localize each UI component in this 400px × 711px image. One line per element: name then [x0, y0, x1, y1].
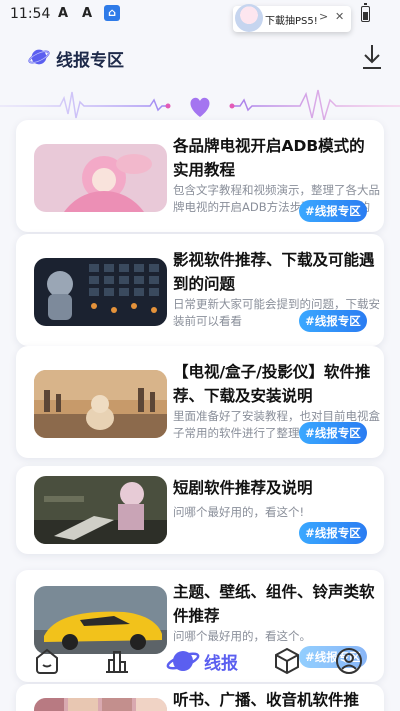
download-icon[interactable] [360, 42, 384, 72]
card-title: 影视软件推荐、下载及可能遇到的问题 [173, 251, 375, 293]
planet-icon [28, 49, 50, 65]
notification-popup[interactable]: 下載抽PS5! > ✕ [233, 4, 351, 32]
tag-badge[interactable]: #线报专区 [299, 522, 367, 544]
list-item[interactable]: 听书、广播、收音机软件推 [16, 684, 384, 711]
app-screen: { "status_bar": { "time": "11:54", "icon… [0, 0, 400, 711]
page-title: 线报专区 [56, 51, 124, 71]
profile-icon [336, 648, 362, 674]
app-icon: ⌂ [104, 5, 120, 21]
nav-xianbao[interactable]: 线报 [160, 640, 244, 682]
planet-icon [166, 651, 200, 671]
notification-avatar [235, 4, 263, 32]
rank-bars-icon [106, 651, 128, 673]
bottom-nav: 线报 [24, 640, 376, 682]
nav-cube[interactable] [264, 640, 310, 682]
thumbnail-image [34, 258, 167, 326]
close-icon[interactable]: ✕ [335, 10, 344, 23]
list-item[interactable]: 影视软件推荐、下载及可能遇到的问题 日常更新大家可能会提到的问题，下载安装前可以… [16, 234, 384, 346]
list-item[interactable]: 各品牌电视开启ADB模式的实用教程 包含文字教程和视频演示，整理了各大品牌电视的… [16, 120, 384, 232]
heart-icon [190, 97, 210, 117]
list-item[interactable]: 【电视/盒子/投影仪】软件推荐、下载及安装说明 里面准备好了安装教程，也对目前电… [16, 346, 384, 458]
page-header: 线报专区 [0, 38, 400, 82]
card-title: 【电视/盒子/投影仪】软件推荐、下载及安装说明 [173, 363, 371, 405]
nav-home[interactable] [24, 640, 70, 682]
nav-label: 线报 [204, 653, 238, 674]
chevron-right-icon[interactable]: > [319, 10, 328, 23]
tag-badge[interactable]: #线报专区 [299, 310, 367, 332]
card-title: 各品牌电视开启ADB模式的实用教程 [173, 137, 365, 179]
nav-rank[interactable] [94, 640, 140, 682]
thumbnail-image [34, 698, 167, 711]
list-item[interactable]: 短剧软件推荐及说明 问哪个最好用的，看这个! #线报专区 [16, 466, 384, 554]
tag-badge[interactable]: #线报专区 [299, 422, 367, 444]
thumbnail-image [34, 144, 167, 212]
card-title: 短剧软件推荐及说明 [173, 479, 313, 497]
notification-text: 下載抽PS5! [265, 16, 318, 27]
home-face-icon [36, 648, 58, 674]
cube-icon [275, 647, 299, 675]
ad-icon: A [58, 6, 69, 21]
status-time: 11:54 [10, 6, 51, 22]
card-title: 听书、广播、收音机软件推 [173, 691, 360, 709]
ad-icon: A [82, 6, 93, 21]
thumbnail-image [34, 370, 167, 438]
nav-profile[interactable] [326, 640, 372, 682]
battery-icon [361, 3, 370, 22]
card-title: 主题、壁纸、组件、铃声类软件推荐 [173, 583, 375, 625]
thumbnail-image [34, 476, 167, 544]
tag-badge[interactable]: #线报专区 [299, 200, 367, 222]
heartbeat-divider [0, 89, 400, 121]
